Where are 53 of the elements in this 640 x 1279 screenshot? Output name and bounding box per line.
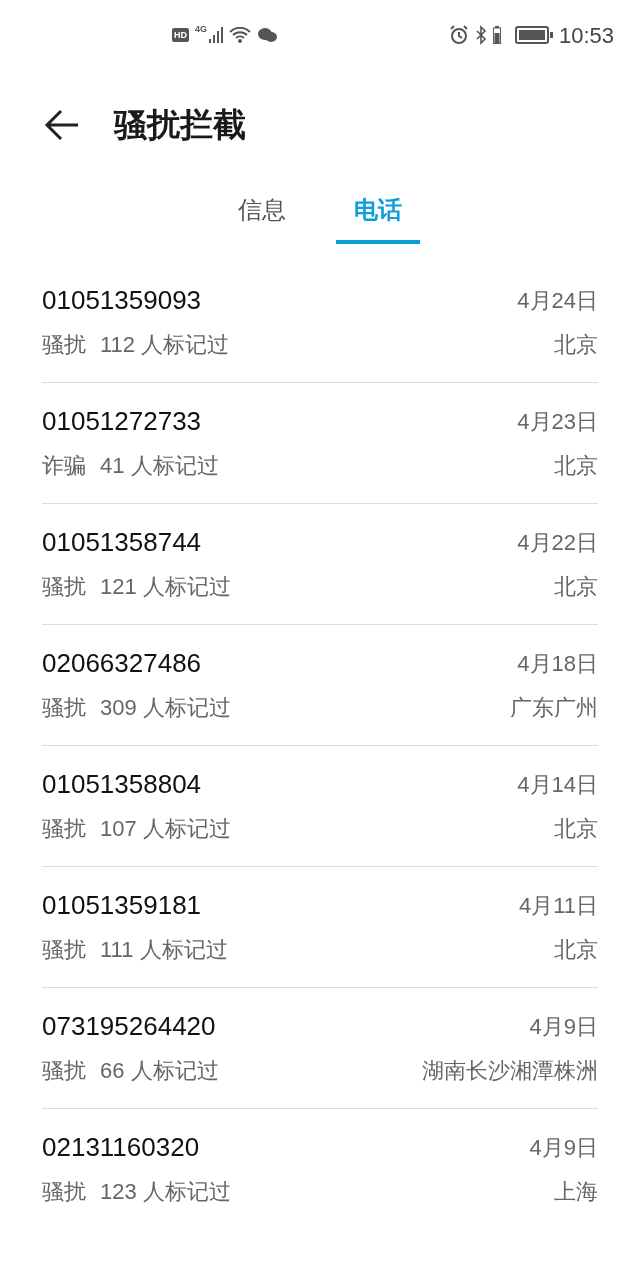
mark-count: 107 人标记过 [100, 814, 231, 843]
battery-small-icon [492, 26, 501, 44]
phone-number: 073195264420 [42, 1009, 216, 1043]
call-date: 4月22日 [517, 528, 598, 557]
mark-count: 112 人标记过 [100, 330, 230, 359]
clock: 10:53 [558, 21, 614, 50]
spam-tag: 骚扰 [42, 1053, 86, 1087]
phone-number: 01051272733 [42, 404, 202, 438]
mark-count: 66 人标记过 [100, 1056, 219, 1085]
back-button[interactable] [44, 107, 80, 143]
phone-number: 01051359181 [42, 888, 202, 922]
mark-count: 41 人标记过 [100, 451, 219, 480]
spam-tag: 诈骗 [42, 448, 86, 482]
call-location: 湖南长沙湘潭株洲 [422, 1056, 598, 1085]
phone-number: 01051358744 [42, 525, 202, 559]
spam-tag: 骚扰 [42, 932, 86, 966]
mark-count: 309 人标记过 [100, 693, 231, 722]
call-location: 北京 [554, 330, 598, 359]
spam-tag: 骚扰 [42, 811, 86, 845]
call-date: 4月9日 [529, 1012, 598, 1041]
wifi-icon [229, 27, 251, 43]
mark-count: 121 人标记过 [100, 572, 231, 601]
mark-count: 123 人标记过 [100, 1177, 231, 1206]
call-location: 北京 [554, 814, 598, 843]
call-location: 北京 [554, 572, 598, 601]
spam-tag: 骚扰 [42, 1174, 86, 1208]
tab[interactable]: 信息 [220, 180, 304, 244]
battery-icon [514, 26, 553, 44]
call-date: 4月24日 [517, 286, 598, 315]
hd-badge: HD [172, 28, 189, 42]
phone-number: 02066327486 [42, 646, 202, 680]
call-date: 4月9日 [529, 1133, 598, 1162]
call-date: 4月23日 [517, 407, 598, 436]
phone-number: 02131160320 [42, 1130, 200, 1164]
call-date: 4月14日 [517, 770, 598, 799]
call-location: 上海 [554, 1177, 598, 1206]
signal-icon [209, 27, 223, 43]
call-date: 4月18日 [517, 649, 598, 678]
call-date: 4月11日 [518, 891, 598, 920]
alarm-icon [448, 25, 469, 45]
bluetooth-icon [474, 25, 487, 45]
spam-tag: 骚扰 [42, 327, 86, 361]
page-title: 骚扰拦截 [114, 105, 246, 146]
call-location: 北京 [554, 451, 598, 480]
spam-tag: 骚扰 [42, 690, 86, 724]
call-location: 广东广州 [510, 693, 598, 722]
mark-count: 111 人标记过 [100, 935, 228, 964]
spam-tag: 骚扰 [42, 569, 86, 603]
phone-number: 01051359093 [42, 283, 202, 317]
network-label: 4G [195, 23, 207, 37]
phone-number: 01051358804 [42, 767, 202, 801]
call-location: 北京 [554, 935, 598, 964]
chat-icon [257, 27, 277, 43]
